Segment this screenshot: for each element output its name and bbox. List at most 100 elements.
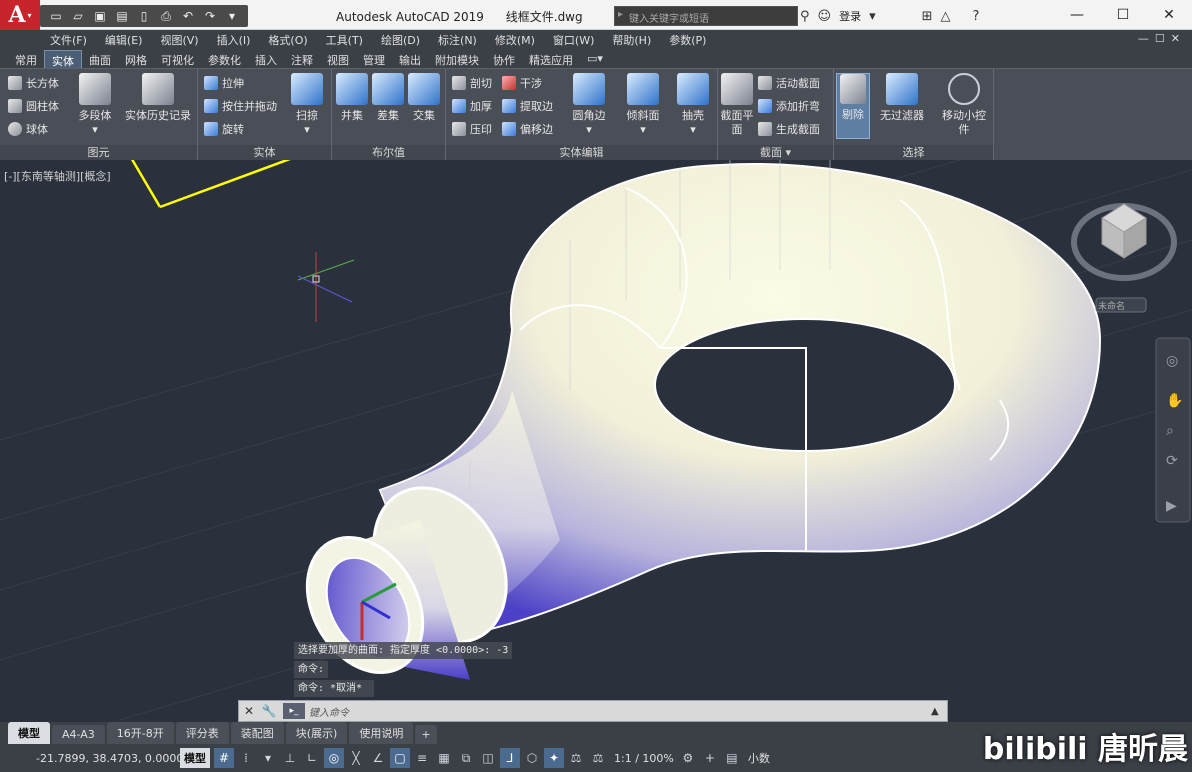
cylinder-tool[interactable]: 圆柱体 — [8, 96, 59, 116]
menu-edit[interactable]: 编辑(E) — [105, 32, 143, 48]
move-gizmo-tool[interactable]: 移动小控件 — [938, 73, 990, 137]
menu-insert[interactable]: 插入(I) — [217, 32, 251, 48]
viewport-controls-label[interactable]: [-][东南等轴测][概念] — [4, 168, 111, 184]
binoculars-icon[interactable]: ⚲ — [800, 9, 810, 24]
viewcube-label[interactable]: 未命名 — [1098, 299, 1125, 312]
command-prompt-icon[interactable]: ▸_ — [283, 703, 305, 719]
menu-tools[interactable]: 工具(T) — [326, 32, 363, 48]
menu-parametric[interactable]: 参数(P) — [669, 32, 706, 48]
tab-layout-score[interactable]: 评分表 — [175, 722, 229, 744]
extract-edges-tool[interactable]: 提取边 — [502, 96, 553, 116]
no-filter-tool[interactable]: 无过滤器 — [874, 73, 930, 123]
ribbon-toggle-icon[interactable]: ▭▾ — [580, 50, 610, 68]
save-icon[interactable]: ▣ — [90, 7, 110, 25]
ortho-icon[interactable]: ∟ — [302, 748, 322, 768]
tab-collaborate[interactable]: 协作 — [486, 50, 522, 68]
isodraft-icon[interactable]: ╳ — [346, 748, 366, 768]
fillet-edge-tool[interactable]: 圆角边 ▾ — [564, 73, 614, 137]
culling-tool[interactable]: 剔除 — [836, 73, 870, 139]
annotation-visibility-icon[interactable]: ⚖ — [566, 748, 586, 768]
tab-output[interactable]: 输出 — [392, 50, 428, 68]
live-section-tool[interactable]: 活动截面 — [758, 73, 820, 93]
tab-home[interactable]: 常用 — [8, 50, 44, 68]
customize-qat-icon[interactable]: ▾ — [222, 7, 242, 25]
selection-filter-icon[interactable]: ⬡ — [522, 748, 542, 768]
tab-manage[interactable]: 管理 — [356, 50, 392, 68]
command-history-toggle-icon[interactable]: ▲ — [931, 706, 947, 717]
dropdown-icon[interactable]: ▾ — [869, 9, 876, 24]
menu-window[interactable]: 窗口(W) — [553, 32, 594, 48]
infer-constraints-icon[interactable]: ▾ — [258, 748, 278, 768]
annotation-scale[interactable]: 1:1 / 100% — [614, 752, 674, 765]
tab-insert[interactable]: 插入 — [248, 50, 284, 68]
add-jog-tool[interactable]: 添加折弯 — [758, 96, 820, 116]
customize-command-icon[interactable]: 🔧 — [259, 701, 279, 721]
imprint-tool[interactable]: 压印 — [452, 119, 492, 139]
tab-addins[interactable]: 附加模块 — [428, 50, 486, 68]
tab-solid[interactable]: 实体 — [44, 50, 82, 68]
dynamic-input-icon[interactable]: ⊥ — [280, 748, 300, 768]
tab-layout-instructions[interactable]: 使用说明 — [349, 722, 414, 744]
sweep-tool[interactable]: 扫掠 ▾ — [282, 73, 332, 137]
maximize-button[interactable]: ☐ — [1100, 0, 1146, 30]
menu-modify[interactable]: 修改(M) — [495, 32, 535, 48]
object-snap-tracking-icon[interactable]: ∠ — [368, 748, 388, 768]
revolve-tool[interactable]: 旋转 — [204, 119, 244, 139]
tab-parametric[interactable]: 参数化 — [201, 50, 248, 68]
workspace-gear-icon[interactable]: ⚙ — [678, 748, 698, 768]
document-window-controls[interactable]: —☐✕ — [1138, 32, 1186, 45]
tab-model[interactable]: 模型 — [8, 722, 50, 744]
tab-layout-blocks[interactable]: 块(展示) — [285, 722, 348, 744]
units-selector[interactable]: 小数 — [748, 750, 770, 766]
panel-section-label[interactable]: 截面 ▾ — [718, 145, 833, 161]
application-menu-button[interactable]: A ▾ — [0, 0, 40, 30]
close-command-line-icon[interactable]: ✕ — [239, 701, 259, 721]
offset-edges-tool[interactable]: 偏移边 — [502, 119, 553, 139]
auto-scale-icon[interactable]: ⚖ — [588, 748, 608, 768]
tab-visualize[interactable]: 可视化 — [154, 50, 201, 68]
3d-osnap-icon[interactable]: ◫ — [478, 748, 498, 768]
open-file-icon[interactable]: ▱ — [68, 7, 88, 25]
selection-cycling-icon[interactable]: ⧉ — [456, 748, 476, 768]
object-snap-icon[interactable]: ▢ — [390, 748, 410, 768]
interfere-tool[interactable]: 干涉 — [502, 73, 542, 93]
gizmo-status-icon[interactable]: ✦ — [544, 748, 564, 768]
taper-face-tool[interactable]: 倾斜面 ▾ — [618, 73, 668, 137]
undo-icon[interactable]: ↶ — [178, 7, 198, 25]
transparency-icon[interactable]: ▦ — [434, 748, 454, 768]
menu-file[interactable]: 文件(F) — [50, 32, 87, 48]
section-plane-tool[interactable]: 截面平面 — [718, 73, 756, 137]
coordinates-display[interactable]: -21.7899, 38.4703, 0.0000 — [36, 752, 183, 765]
web-mobile-icon[interactable]: ▯ — [134, 7, 154, 25]
intersect-tool[interactable]: 交集 — [406, 73, 442, 123]
tab-layout-assembly[interactable]: 装配图 — [230, 722, 284, 744]
plot-icon[interactable]: ⎙ — [156, 7, 176, 25]
extrude-tool[interactable]: 拉伸 — [204, 73, 244, 93]
redo-icon[interactable]: ↷ — [200, 7, 220, 25]
menu-dimension[interactable]: 标注(N) — [438, 32, 477, 48]
sphere-tool[interactable]: 球体 — [8, 119, 48, 139]
grid-icon[interactable]: # — [214, 748, 234, 768]
generate-section-tool[interactable]: 生成截面 — [758, 119, 820, 139]
slice-tool[interactable]: 剖切 — [452, 73, 492, 93]
menu-view[interactable]: 视图(V) — [160, 32, 198, 48]
union-tool[interactable]: 并集 — [334, 73, 370, 123]
snap-icon[interactable]: ⁞ — [236, 748, 256, 768]
polysolid-tool[interactable]: 多段体 ▾ — [70, 73, 120, 137]
new-file-icon[interactable]: ▭ — [46, 7, 66, 25]
tab-mesh[interactable]: 网格 — [118, 50, 154, 68]
annotation-monitor-icon[interactable]: + — [700, 748, 720, 768]
tab-view[interactable]: 视图 — [320, 50, 356, 68]
login-link[interactable]: 登录 — [839, 8, 861, 24]
model-canvas[interactable]: ◎ ✋ ⌕ ⟳ ▶ — [0, 160, 1192, 722]
tab-layout-16k8k[interactable]: 16开-8开 — [106, 722, 174, 744]
shell-tool[interactable]: 抽壳 ▾ — [668, 73, 718, 137]
add-layout-button[interactable]: + — [415, 725, 437, 744]
drawing-viewport[interactable]: ◎ ✋ ⌕ ⟳ ▶ [-][东南等轴测][概念] 未命名 选择要加厚的曲面: 指… — [0, 160, 1192, 722]
save-as-icon[interactable]: ▤ — [112, 7, 132, 25]
solid-history-tool[interactable]: 实体历史记录 — [122, 73, 194, 123]
close-button[interactable]: ✕ — [1146, 0, 1192, 30]
model-space-button[interactable]: 模型 — [180, 748, 210, 768]
menu-draw[interactable]: 绘图(D) — [381, 32, 420, 48]
menu-format[interactable]: 格式(O) — [268, 32, 307, 48]
